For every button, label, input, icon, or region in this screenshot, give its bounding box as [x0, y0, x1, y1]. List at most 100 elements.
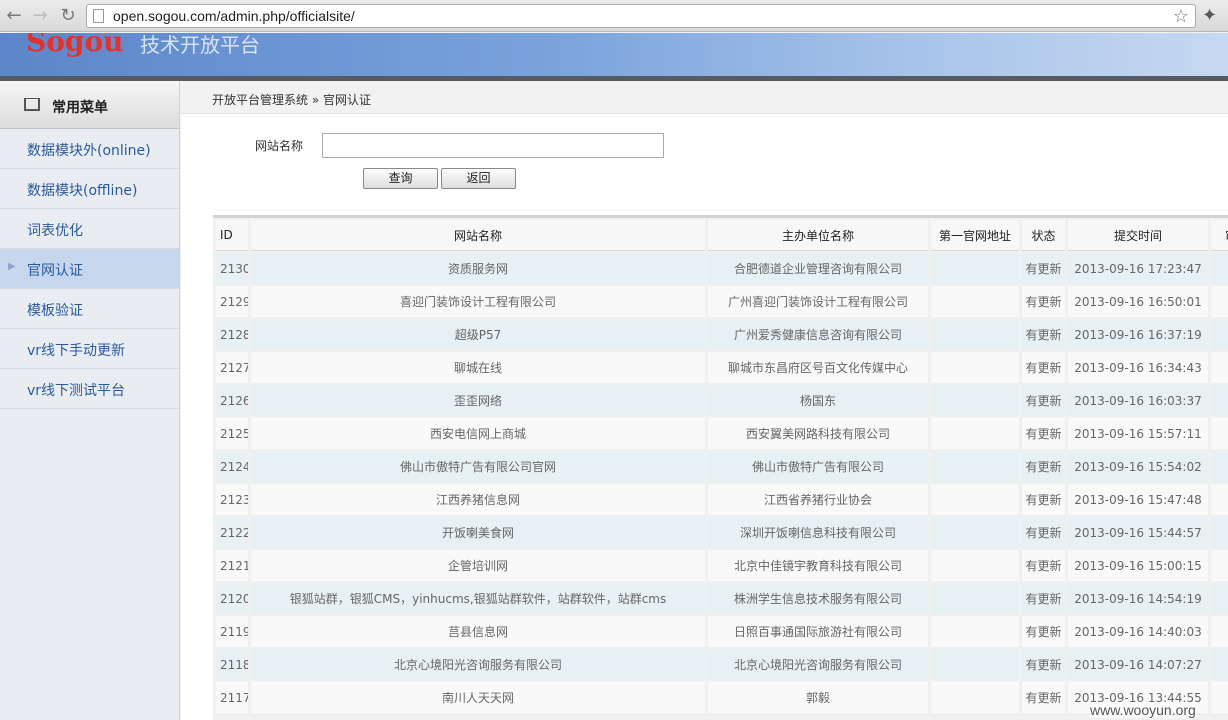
table-cell [931, 286, 1019, 317]
table-cell: 歪歪网络 [251, 385, 705, 416]
table-cell: 2128 [216, 319, 248, 350]
table-cell: 2117 [216, 682, 248, 713]
table-cell [931, 616, 1019, 647]
table-cell: 2013-09-16 14:54:19 [1068, 583, 1208, 614]
table-cell: 佛山市傲特广告有限公司 [708, 451, 928, 482]
table-cell: 2129 [216, 286, 248, 317]
extension-icon[interactable]: ✦ [1202, 5, 1217, 26]
column-header[interactable]: 网站名称 [251, 220, 705, 251]
reload-icon[interactable]: ↻ [58, 6, 78, 26]
table-cell: 西安电信网上商城 [251, 418, 705, 449]
sidebar-item-official-site[interactable]: ▶ 官网认证 [0, 249, 179, 289]
site-name-input[interactable] [322, 133, 664, 158]
table-row[interactable]: 2126 歪歪网络 杨国东 有更新 2013-09-16 16:03:37 [216, 385, 1228, 416]
sidebar-item-label: 官网认证 [27, 263, 83, 279]
header-subtitle: 技术开放平台 [140, 33, 260, 57]
table-row[interactable]: 2124 佛山市傲特广告有限公司官网 佛山市傲特广告有限公司 有更新 2013-09-1… [216, 451, 1228, 482]
table-row[interactable]: 2121 企管培训网 北京中佳镜宇教育科技有限公司 有更新 2013-09-16 15:… [216, 550, 1228, 581]
table-cell: 有更新 [1022, 583, 1065, 614]
back-arrow-icon[interactable]: ← [4, 6, 24, 26]
book-icon [24, 98, 40, 111]
table-cell [931, 385, 1019, 416]
table-cell: 有更新 [1022, 253, 1065, 284]
site-header: Sogou 技术开放平台 [0, 33, 1228, 77]
table-cell [931, 649, 1019, 680]
back-button[interactable]: 返回 [441, 168, 516, 189]
table-cell: 广州爱秀健康信息咨询有限公司 [708, 319, 928, 350]
table-row[interactable]: 2129 喜迎门装饰设计工程有限公司 广州喜迎门装饰设计工程有限公司 有更新 2013-… [216, 286, 1228, 317]
bookmark-star-icon[interactable]: ☆ [1173, 6, 1189, 27]
table-cell [931, 583, 1019, 614]
sidebar-header: 常用菜单 [0, 81, 179, 129]
table-cell: 江西养猪信息网 [251, 484, 705, 515]
table-cell [1211, 253, 1228, 284]
table-row[interactable]: 2117 南川人天天网 郭毅 有更新 2013-09-16 13:44:55 [216, 682, 1228, 713]
table-cell: 2130 [216, 253, 248, 284]
table-cell: 郭毅 [708, 682, 928, 713]
table-cell: 有更新 [1022, 286, 1065, 317]
column-header[interactable]: 第一官网地址 [931, 220, 1019, 251]
table-cell: 株洲学生信息技术服务有限公司 [708, 583, 928, 614]
table-cell: 2013-09-16 15:47:48 [1068, 484, 1208, 515]
table-cell [1211, 352, 1228, 383]
table-cell: 北京中佳镜宇教育科技有限公司 [708, 550, 928, 581]
table-cell: 2013-09-16 16:03:37 [1068, 385, 1208, 416]
table-cell [1211, 550, 1228, 581]
sidebar-item-vr-test[interactable]: vr线下测试平台 [0, 369, 179, 409]
sidebar-item-online-data[interactable]: 数据模块外(online) [0, 129, 179, 169]
table-row[interactable]: 2119 莒县信息网 日照百事通国际旅游社有限公司 有更新 2013-09-16 14:… [216, 616, 1228, 647]
table-cell [1211, 418, 1228, 449]
sidebar-item-template[interactable]: 模板验证 [0, 289, 179, 329]
column-header[interactable]: ID [216, 220, 248, 251]
address-bar[interactable]: open.sogou.com/admin.php/officialsite/ ☆ [86, 4, 1196, 28]
table-row[interactable]: 2118 北京心境阳光咨询服务有限公司 北京心境阳光咨询服务有限公司 有更新 2013-… [216, 649, 1228, 680]
table-cell: 西安翼美网路科技有限公司 [708, 418, 928, 449]
table-cell: 江西省养猪行业协会 [708, 484, 928, 515]
sidebar-item-label: vr线下测试平台 [27, 383, 126, 399]
table-cell [1211, 385, 1228, 416]
table-cell: 广州喜迎门装饰设计工程有限公司 [708, 286, 928, 317]
table-cell: 聊城在线 [251, 352, 705, 383]
table-cell: 有更新 [1022, 649, 1065, 680]
table-cell [1211, 286, 1228, 317]
table-cell: 2119 [216, 616, 248, 647]
sidebar-item-label: 数据模块(offline) [27, 183, 138, 199]
table-cell: 2120 [216, 583, 248, 614]
table-row[interactable]: 2128 超级P57 广州爱秀健康信息咨询有限公司 有更新 2013-09-16 16:… [216, 319, 1228, 350]
sidebar-item-vr-manual[interactable]: vr线下手动更新 [0, 329, 179, 369]
table-cell [931, 352, 1019, 383]
sidebar-item-word-list[interactable]: 词表优化 [0, 209, 179, 249]
table-cell: 企管培训网 [251, 550, 705, 581]
query-button[interactable]: 查询 [363, 168, 438, 189]
table-cell [1211, 319, 1228, 350]
table-row[interactable]: 2125 西安电信网上商城 西安翼美网路科技有限公司 有更新 2013-09-16 15… [216, 418, 1228, 449]
page-icon [93, 9, 104, 23]
table-header-row: ID 网站名称 主办单位名称 第一官网地址 状态 提交时间 审 [216, 220, 1228, 251]
table-cell: 佛山市傲特广告有限公司官网 [251, 451, 705, 482]
table-cell: 超级P57 [251, 319, 705, 350]
table-cell [1211, 616, 1228, 647]
table-row[interactable]: 2127 聊城在线 聊城市东昌府区号百文化传媒中心 有更新 2013-09-16 16:… [216, 352, 1228, 383]
table-cell: 2013-09-16 16:50:01 [1068, 286, 1208, 317]
column-header[interactable]: 状态 [1022, 220, 1065, 251]
table-cell [1211, 649, 1228, 680]
column-header[interactable]: 提交时间 [1068, 220, 1208, 251]
table-cell: 合肥德道企业管理咨询有限公司 [708, 253, 928, 284]
table-cell: 2122 [216, 517, 248, 548]
table-row[interactable]: 2120 银狐站群，银狐CMS，yinhucms,银狐站群软件，站群软件，站群cm… [216, 583, 1228, 614]
table-cell: 2013-09-16 15:57:11 [1068, 418, 1208, 449]
table-cell [931, 418, 1019, 449]
table-row[interactable]: 2123 江西养猪信息网 江西省养猪行业协会 有更新 2013-09-16 15:47:… [216, 484, 1228, 515]
table-row[interactable]: 2130 资质服务网 合肥德道企业管理咨询有限公司 有更新 2013-09-16 17:… [216, 253, 1228, 284]
column-header[interactable]: 审 [1211, 220, 1228, 251]
table-cell: 有更新 [1022, 682, 1065, 713]
column-header[interactable]: 主办单位名称 [708, 220, 928, 251]
forward-arrow-icon[interactable]: → [30, 6, 50, 26]
sidebar-item-offline-data[interactable]: 数据模块(offline) [0, 169, 179, 209]
sogou-logo: Sogou [26, 33, 124, 58]
table-cell: 2013-09-16 15:00:15 [1068, 550, 1208, 581]
table-cell: 2013-09-16 16:34:43 [1068, 352, 1208, 383]
table-row[interactable]: 2122 开饭喇美食网 深圳开饭喇信息科技有限公司 有更新 2013-09-16 15:… [216, 517, 1228, 548]
sidebar: 常用菜单 数据模块外(online) 数据模块(offline) 词表优化 ▶ 官… [0, 81, 180, 720]
table-cell: 2013-09-16 15:44:57 [1068, 517, 1208, 548]
